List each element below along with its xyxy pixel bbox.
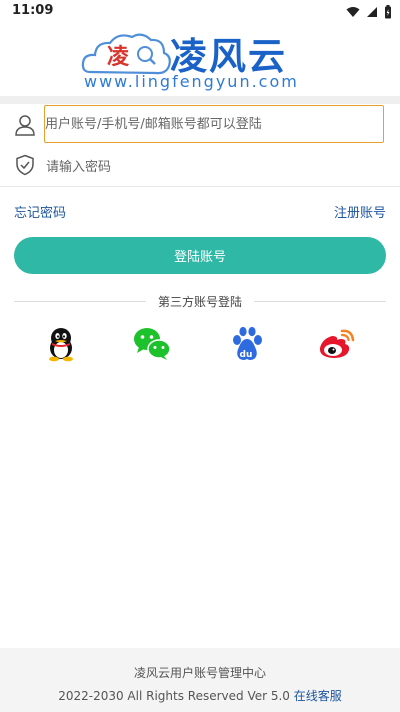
svg-text:du: du <box>240 350 253 360</box>
header-divider <box>0 96 400 104</box>
login-button[interactable]: 登陆账号 <box>14 237 386 274</box>
wechat-icon <box>134 328 171 360</box>
password-row <box>0 148 400 187</box>
footer: 凌风云用户账号管理中心 2022-2030 All Rights Reserve… <box>0 648 400 712</box>
auth-links: 忘记密码 注册账号 <box>0 200 400 221</box>
user-icon <box>15 115 35 136</box>
username-field-frame <box>44 105 384 143</box>
weibo-icon <box>319 329 355 358</box>
status-icons <box>346 4 392 20</box>
baidu-login-button[interactable]: du <box>230 326 264 362</box>
register-link[interactable]: 注册账号 <box>334 202 386 221</box>
signal-icon <box>367 7 377 17</box>
forgot-password-link[interactable]: 忘记密码 <box>14 202 66 221</box>
logo-badge: 凌 <box>107 45 130 70</box>
status-time: 11:09 <box>12 3 54 18</box>
baidu-icon: du <box>233 326 262 360</box>
footer-title: 凌风云用户账号管理中心 <box>133 666 266 680</box>
password-input[interactable] <box>46 152 376 182</box>
online-service-link[interactable]: 在线客服 <box>294 689 342 703</box>
username-input[interactable] <box>45 106 383 142</box>
wechat-login-button[interactable] <box>134 326 171 362</box>
qq-icon <box>49 328 73 362</box>
wifi-icon <box>346 7 360 17</box>
logo-url: www.lingfengyun.com <box>84 72 299 91</box>
divider-line-right <box>254 301 386 302</box>
shield-check-icon <box>16 154 34 176</box>
qq-login-button[interactable] <box>44 326 78 362</box>
password-field-frame <box>46 152 376 182</box>
footer-copyright-line: 2022-2030 All Rights Reserved Ver 5.0 在线… <box>0 687 400 704</box>
weibo-login-button[interactable] <box>319 326 355 362</box>
third-party-divider: 第三方账号登陆 <box>14 292 386 310</box>
battery-icon <box>385 5 391 19</box>
status-bar: 11:09 <box>0 0 400 24</box>
username-row <box>0 104 400 148</box>
footer-copyright: 2022-2030 All Rights Reserved Ver 5.0 <box>58 689 290 703</box>
